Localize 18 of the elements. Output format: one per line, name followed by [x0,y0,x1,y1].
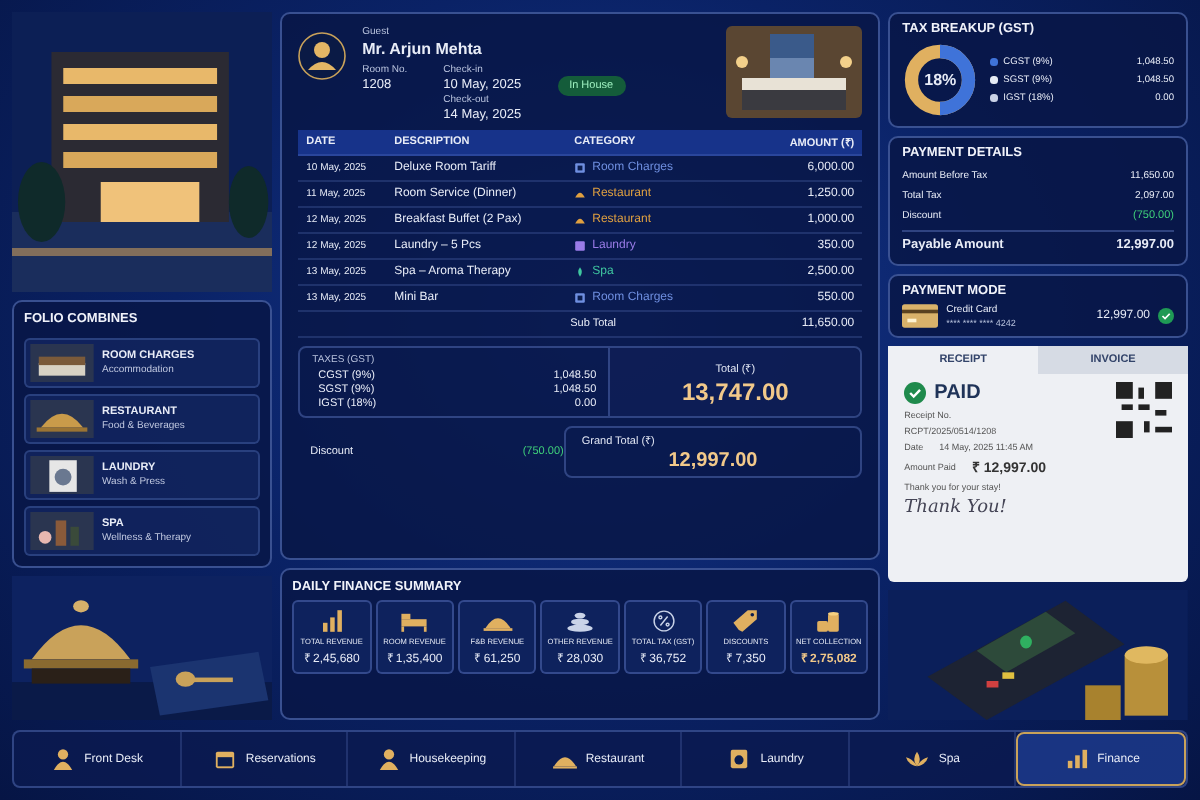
paid-status: PAID [934,382,981,404]
bars-icon [1063,748,1090,770]
credit-card-icon [902,304,939,328]
grand-total-value: 12,997.00 [668,450,758,472]
person-icon [375,748,402,770]
qr-code-icon [1116,382,1172,438]
donut-label: 18% [924,71,957,89]
check-icon [904,382,927,404]
person-icon [50,748,77,770]
total-value: 13,747.00 [681,377,789,405]
guest-avatar-icon [298,32,347,80]
guest-name: Mr. Arjun Mehta [362,40,482,58]
bed-icon [396,608,433,634]
lotus-icon [904,748,931,770]
calendar-icon [211,748,238,770]
washer-icon [726,748,753,770]
donut-drawing [902,42,979,118]
signature: Thank You! [904,498,1007,518]
